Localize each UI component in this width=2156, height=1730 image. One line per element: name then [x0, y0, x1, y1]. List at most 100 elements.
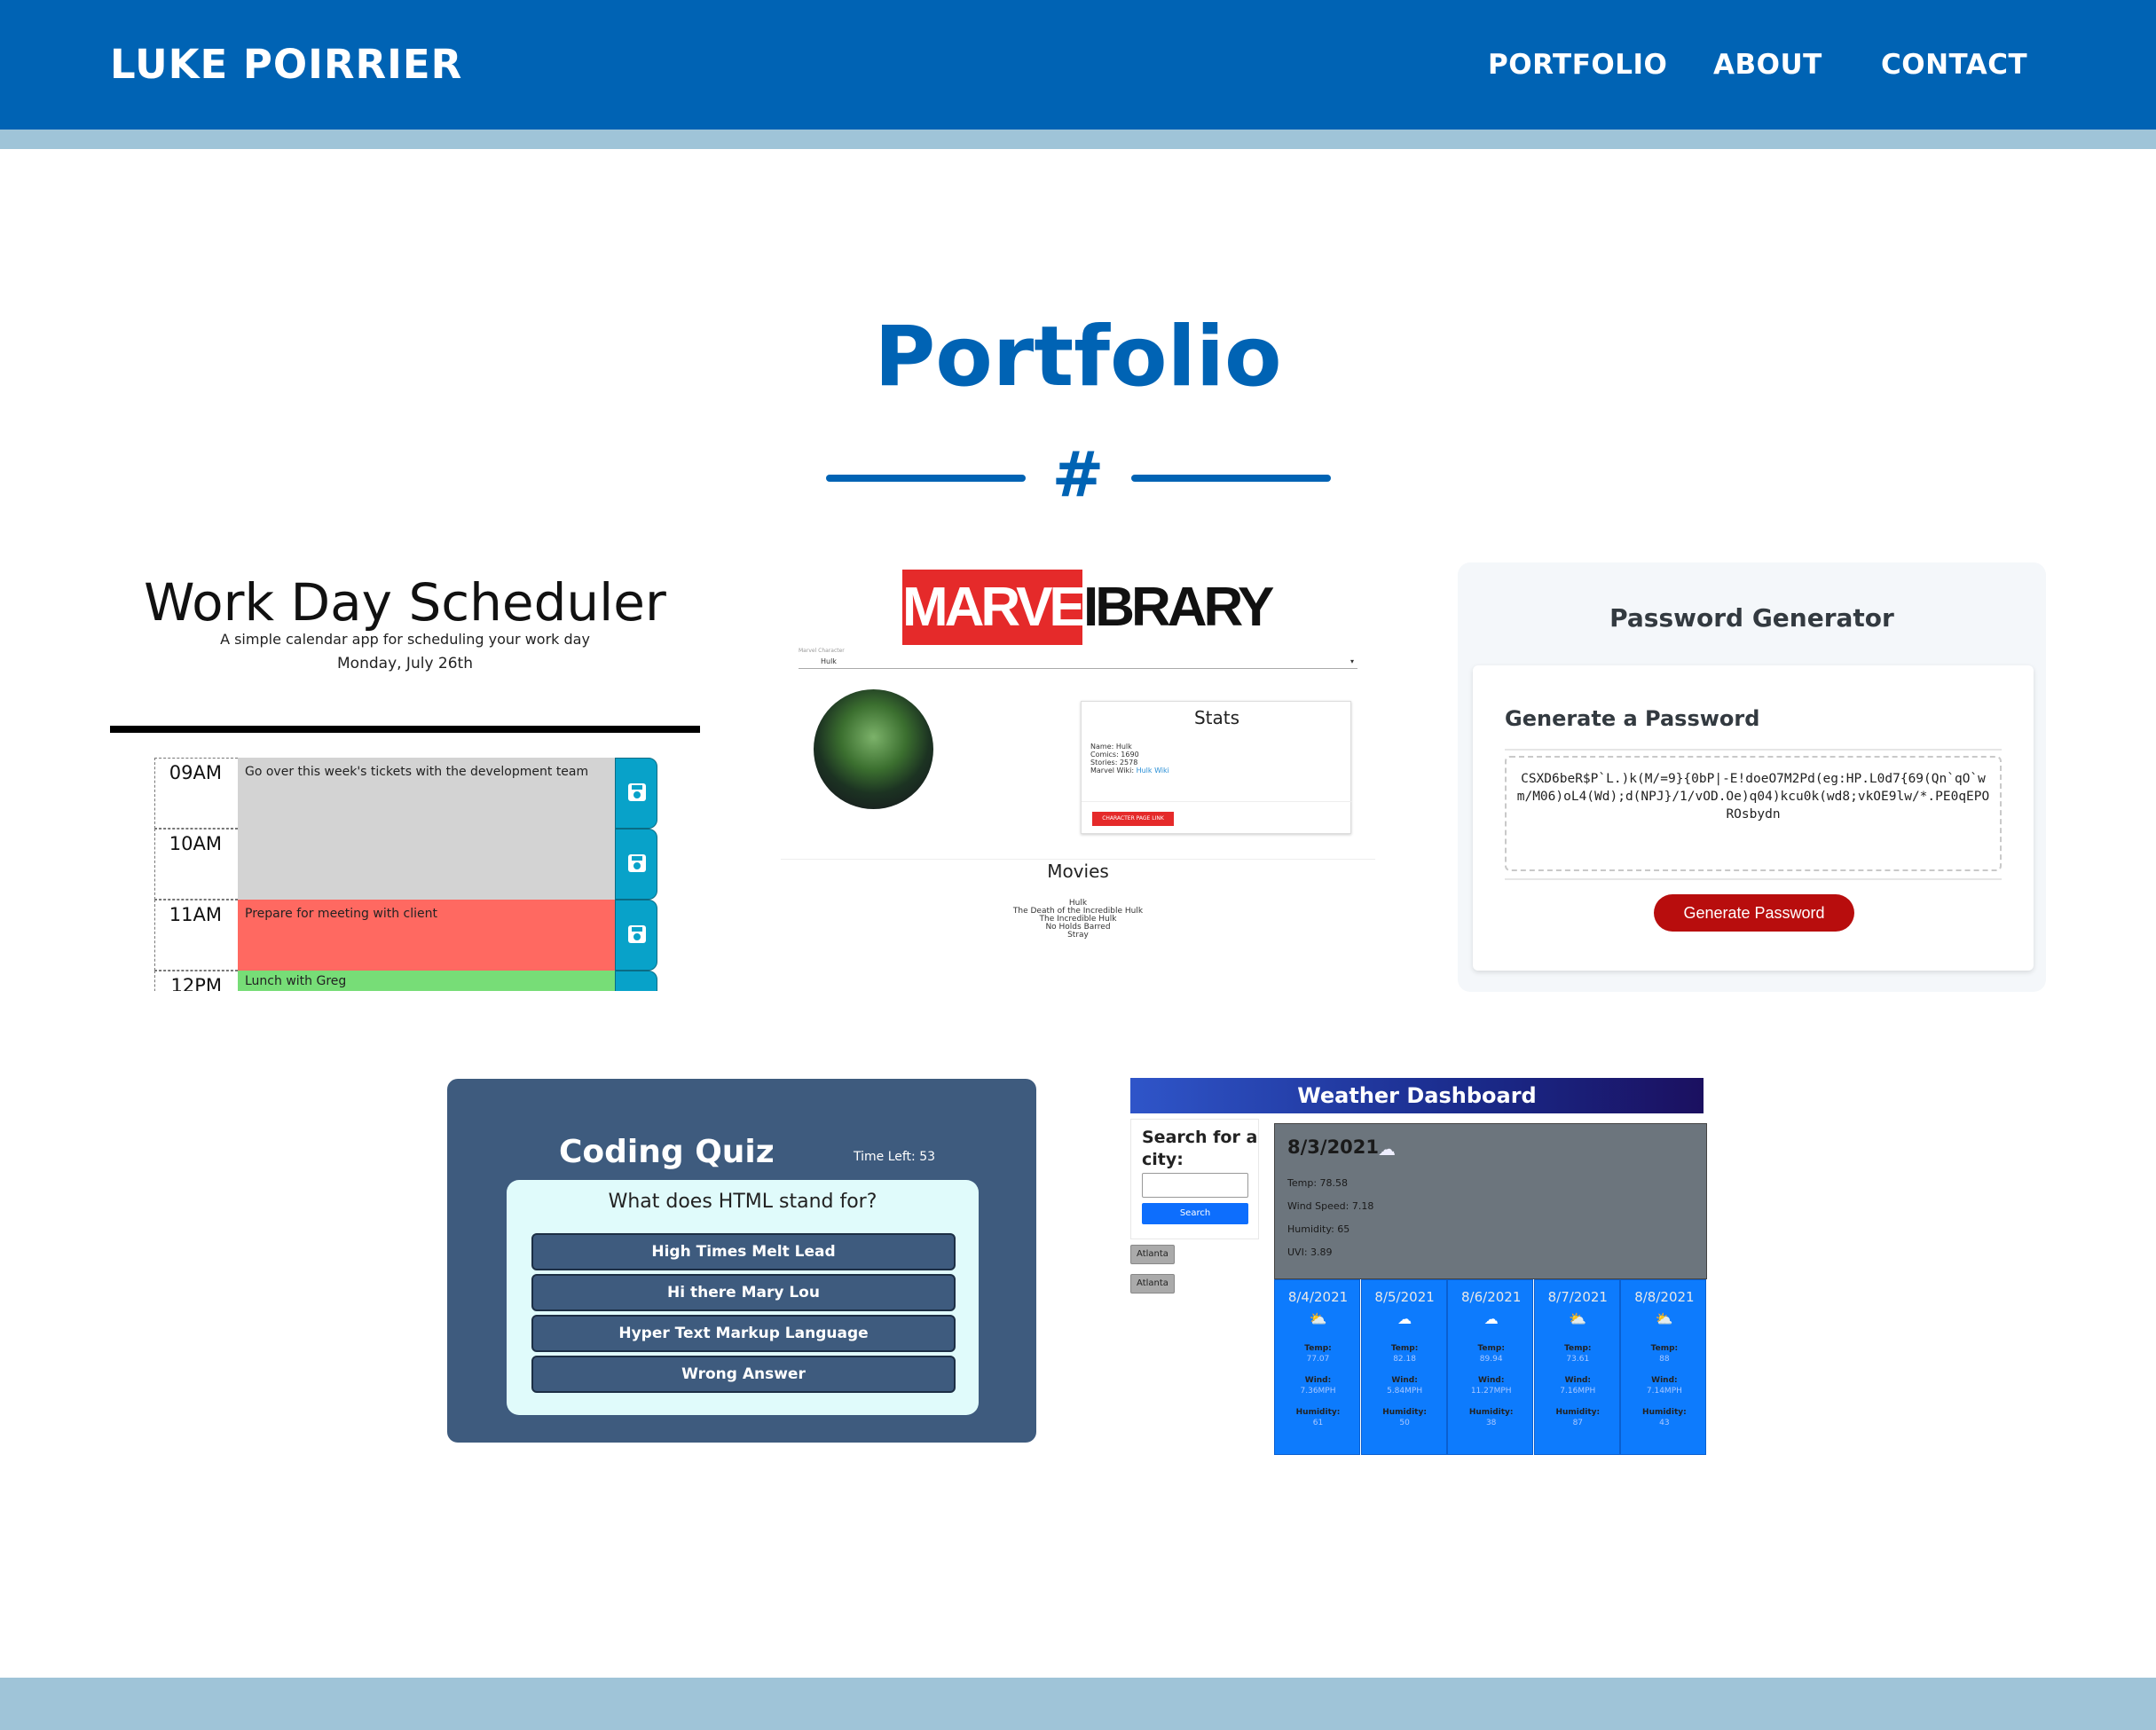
- forecast-humidity: 38: [1485, 1419, 1497, 1427]
- stats-title: Stats: [1193, 707, 1240, 728]
- save-button: [615, 758, 657, 829]
- forecast-wind: 7.16MPH: [1560, 1387, 1596, 1396]
- page: LUKE POIRRIER PORTFOLIO ABOUT CONTACT Po…: [0, 0, 2156, 1730]
- forecast-humidity-label: Humidity:: [1642, 1408, 1687, 1417]
- cloud-icon: ☁: [1397, 1310, 1412, 1327]
- weather-search-panel: Search for a city: Search: [1130, 1119, 1259, 1239]
- project-card-coding-quiz[interactable]: Coding Quiz Time Left: 53 What does HTML…: [447, 1079, 1036, 1443]
- cloud-icon: ☁: [1378, 1138, 1396, 1160]
- forecast-temp-label: Temp:: [1390, 1344, 1419, 1353]
- current-date: 8/3/2021: [1287, 1136, 1380, 1158]
- quiz-timer: Time Left: 53: [854, 1150, 936, 1164]
- password-subtitle: Generate a Password: [1505, 706, 1760, 731]
- scheduler-date: Monday, July 26th: [337, 655, 473, 672]
- forecast-humidity-label: Humidity:: [1295, 1408, 1341, 1417]
- forecast-temp: 89.94: [1479, 1355, 1503, 1364]
- character-select-label: Marvel Character: [799, 648, 845, 654]
- footer: [0, 1678, 2156, 1730]
- quiz-title: Coding Quiz: [559, 1134, 775, 1170]
- movies-list: Hulk The Death of the Incredible Hulk Th…: [781, 900, 1375, 940]
- scheduler-divider: [110, 726, 700, 733]
- stat-line: Stories: 2578: [1090, 759, 1138, 767]
- character-select-value: Hulk: [821, 657, 837, 665]
- nav-link-about[interactable]: ABOUT: [1713, 49, 1822, 81]
- forecast-wind: 5.84MPH: [1387, 1387, 1423, 1396]
- hour-label: 11AM: [154, 900, 238, 971]
- project-card-password-generator[interactable]: Password Generator Generate a Password C…: [1458, 562, 2046, 992]
- forecast-wind: 7.14MPH: [1646, 1387, 1682, 1396]
- sun-cloud-icon: ⛅: [1569, 1310, 1587, 1327]
- forecast-day-card: 8/7/2021 ⛅ Temp: 73.61 Wind: 7.16MPH Humidity:…: [1533, 1279, 1620, 1455]
- project-card-scheduler[interactable]: Work Day Scheduler A simple calendar app…: [110, 559, 700, 991]
- scheduler-row: 11AM Prepare for meeting with client: [154, 900, 700, 971]
- project-card-marvel-library[interactable]: MARVEL IBRARY Marvel Character Hulk ▾ St…: [781, 559, 1375, 991]
- forecast-date: 8/6/2021: [1461, 1289, 1522, 1305]
- character-page-button: CHARACTER PAGE LINK: [1092, 812, 1174, 826]
- forecast-wind: 7.36MPH: [1300, 1387, 1336, 1396]
- forecast-humidity: 50: [1399, 1419, 1410, 1427]
- password-title: Password Generator: [1609, 603, 1894, 633]
- stats-divider: [1082, 801, 1352, 802]
- stat-line: Marvel Wiki: Hulk Wiki: [1090, 767, 1169, 775]
- current-wind: Wind Speed: 7.18: [1287, 1200, 1374, 1212]
- scheduler-row: 09AM Go over this week's tickets with th…: [154, 758, 700, 829]
- save-button: [615, 829, 657, 900]
- movies-title: Movies: [1047, 861, 1109, 882]
- nav-stripe: [0, 130, 2156, 149]
- save-button: [615, 900, 657, 971]
- forecast-temp-label: Temp:: [1304, 1344, 1332, 1353]
- hour-label: 12PM: [154, 971, 238, 991]
- scheduler-row: 10AM: [154, 829, 700, 900]
- marvel-library-logo: MARVEL IBRARY: [902, 570, 1274, 645]
- history-button: Atlanta: [1130, 1274, 1175, 1294]
- forecast-wind-label: Wind:: [1391, 1376, 1418, 1385]
- forecast-humidity: 87: [1572, 1419, 1584, 1427]
- forecast-day-card: 8/6/2021 ☁ Temp: 89.94 Wind: 11.27MPH Humidity…: [1447, 1279, 1534, 1455]
- forecast-humidity: 43: [1659, 1419, 1670, 1427]
- history-button: Atlanta: [1130, 1245, 1175, 1264]
- wiki-label: Marvel Wiki:: [1090, 767, 1135, 775]
- scheduler-title: Work Day Scheduler: [144, 572, 666, 633]
- quiz-answer-button: Hi there Mary Lou: [531, 1274, 956, 1311]
- quiz-panel: What does HTML stand for? High Times Mel…: [507, 1180, 979, 1415]
- forecast-day-card: 8/8/2021 ⛅ Temp: 88 Wind: 7.14MPH Humidity: 43: [1620, 1279, 1707, 1455]
- marvel-logo-text: MARVEL: [902, 570, 1116, 645]
- forecast-temp: 73.61: [1566, 1355, 1590, 1364]
- stats-info: Name: Hulk Comics: 1690 Stories: 2578 Ma…: [1090, 743, 1169, 775]
- character-avatar: [814, 689, 933, 809]
- nav-link-portfolio[interactable]: PORTFOLIO: [1488, 49, 1667, 81]
- forecast-humidity-label: Humidity:: [1468, 1408, 1514, 1417]
- quiz-answer-button: Wrong Answer: [531, 1356, 956, 1393]
- password-card: Generate a Password CSXD6beR$P`L.)k(M/=9…: [1473, 665, 2034, 971]
- forecast-humidity-label: Humidity:: [1555, 1408, 1601, 1417]
- hour-label: 09AM: [154, 758, 238, 829]
- project-card-weather-dashboard[interactable]: Weather Dashboard Search for a city: Sea…: [1129, 1078, 1709, 1455]
- forecast-wind-label: Wind:: [1477, 1376, 1505, 1385]
- forecast-humidity-label: Humidity:: [1382, 1408, 1427, 1417]
- save-button: [615, 971, 657, 991]
- password-divider: [1505, 749, 2002, 751]
- forecast-day-card: 8/4/2021 ⛅ Temp: 77.07 Wind: 7.36MPH Humidity:…: [1274, 1279, 1360, 1455]
- save-icon: [628, 854, 646, 872]
- hash-icon: #: [1051, 438, 1105, 511]
- forecast-wind-label: Wind:: [1564, 1376, 1592, 1385]
- event-text: [238, 829, 616, 900]
- current-uvi: UVI: 3.89: [1287, 1246, 1333, 1258]
- forecast-temp-label: Temp:: [1564, 1344, 1592, 1353]
- wiki-link: Hulk Wiki: [1136, 767, 1169, 775]
- movies-divider: [781, 859, 1375, 860]
- scheduler-subtitle: A simple calendar app for scheduling you…: [220, 631, 590, 648]
- event-text: Prepare for meeting with client: [238, 900, 616, 971]
- stats-card: Stats Name: Hulk Comics: 1690 Stories: 2…: [1081, 701, 1352, 834]
- generate-password-button: Generate Password: [1654, 894, 1854, 932]
- library-logo-text: IBRARY: [1083, 577, 1274, 638]
- search-button: Search: [1142, 1203, 1248, 1224]
- scheduler-row: 12PM Lunch with Greg: [154, 971, 700, 991]
- password-divider: [1505, 878, 2002, 880]
- current-weather-panel: 8/3/2021 ☁ Temp: 78.58 Wind Speed: 7.18 …: [1274, 1123, 1707, 1279]
- nav-link-contact[interactable]: CONTACT: [1881, 49, 2027, 81]
- forecast-date: 8/7/2021: [1547, 1289, 1608, 1305]
- search-label: Search for a city:: [1142, 1128, 1258, 1169]
- brand-name[interactable]: LUKE POIRRIER: [110, 41, 462, 88]
- weather-title: Weather Dashboard: [1130, 1078, 1704, 1113]
